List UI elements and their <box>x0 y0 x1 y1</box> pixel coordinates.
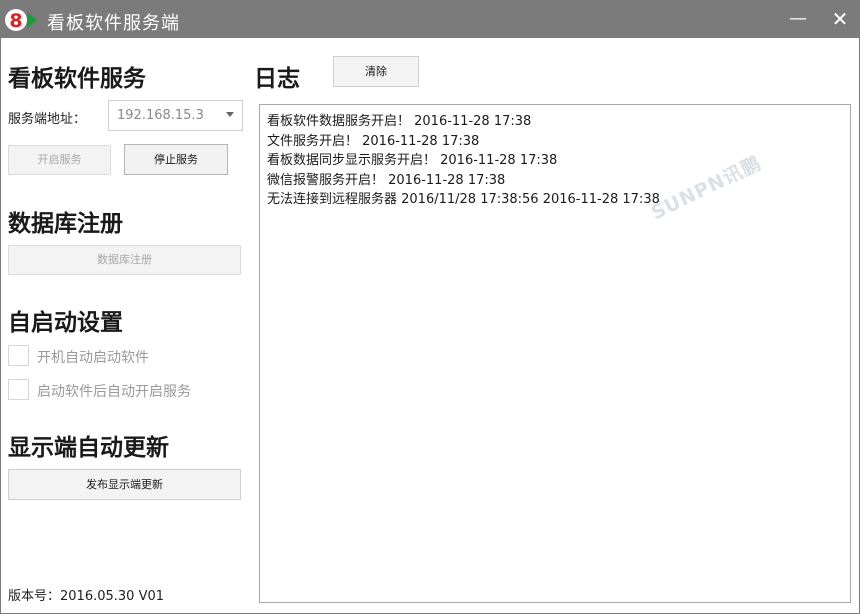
log-line: 看板软件数据服务开启！ 2016-11-28 17:38 <box>267 114 532 129</box>
autostart-heading: 自启动设置 <box>8 310 123 336</box>
minimize-button[interactable]: — <box>783 7 813 31</box>
database-heading: 数据库注册 <box>8 211 123 237</box>
title-bar[interactable]: 8 看板软件服务端 — ✕ <box>1 1 859 38</box>
autostart-on-boot-checkbox[interactable] <box>8 345 29 366</box>
autostart-service-checkbox[interactable] <box>8 379 29 400</box>
log-textbox[interactable]: 看板软件数据服务开启！ 2016-11-28 17:38 文件服务开启！ 201… <box>259 104 851 603</box>
app-logo-text: 8 <box>9 10 22 32</box>
database-register-button[interactable]: 数据库注册 <box>8 245 241 275</box>
service-heading: 看板软件服务 <box>8 66 146 92</box>
chevron-down-icon <box>226 112 234 117</box>
app-logo-icon: 8 <box>5 9 37 32</box>
start-service-button[interactable]: 开启服务 <box>8 145 111 175</box>
server-address-label: 服务端地址： <box>8 112 87 127</box>
log-line: 文件服务开启！ 2016-11-28 17:38 <box>267 133 480 149</box>
autostart-service-label: 启动软件后自动开启服务 <box>37 384 191 400</box>
log-line: 无法连接到远程服务器 2016/11/28 17:38:56 2016-11-2… <box>267 192 660 207</box>
server-address-select[interactable]: 192.168.15.3 <box>108 100 243 131</box>
server-address-value: 192.168.15.3 <box>117 108 204 123</box>
autostart-on-boot-label: 开机自动启动软件 <box>37 350 149 366</box>
log-heading: 日志 <box>254 66 300 92</box>
publish-update-button[interactable]: 发布显示端更新 <box>8 469 241 500</box>
display-update-heading: 显示端自动更新 <box>8 435 169 461</box>
window-title: 看板软件服务端 <box>47 13 180 34</box>
clear-log-button[interactable]: 清除 <box>333 56 419 87</box>
stop-service-button[interactable]: 停止服务 <box>124 144 228 175</box>
app-window: 8 看板软件服务端 — ✕ 看板软件服务 服务端地址： 192.168.15.3… <box>0 0 860 614</box>
close-button[interactable]: ✕ <box>825 7 855 31</box>
version-label: 版本号：2016.05.30 V01 <box>8 589 165 604</box>
